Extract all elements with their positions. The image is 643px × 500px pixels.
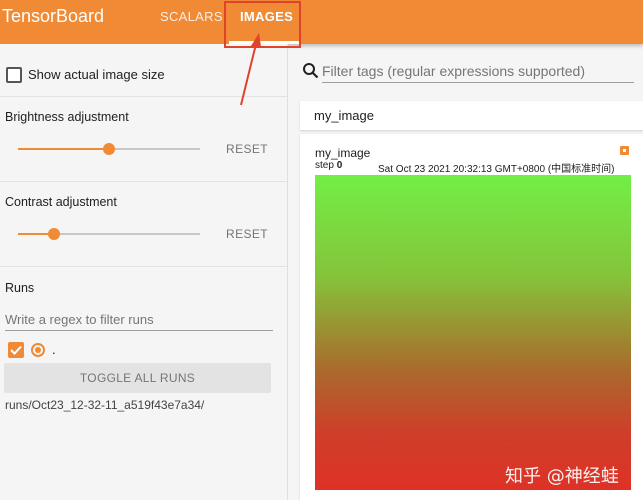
app-title: TensorBoard [2,6,105,26]
sidebar: Show actual image size Brightness adjust… [0,44,288,500]
image-card-step: step 0 [315,160,342,171]
step-label: step [315,160,334,171]
contrast-slider-thumb[interactable] [48,228,60,240]
brightness-slider-fill [18,148,109,150]
annotation-highlight-box [224,1,301,48]
brightness-slider[interactable] [18,143,200,155]
run-label: . [52,342,56,357]
brightness-reset-button[interactable]: RESET [226,142,268,156]
image-card-title: my_image [315,146,371,160]
contrast-reset-button[interactable]: RESET [226,227,268,241]
brightness-slider-thumb[interactable] [103,143,115,155]
step-value: 0 [336,160,343,171]
contrast-slider[interactable] [18,228,200,240]
run-checkbox[interactable] [8,342,24,358]
search-icon [303,63,319,79]
check-icon [10,345,22,355]
divider [0,96,288,97]
runs-filter-input[interactable] [5,309,273,331]
top-app-bar: TensorBoard SCALARS IMAGES [0,0,643,44]
tag-group-title: my_image [314,108,374,123]
image-preview[interactable] [315,175,631,490]
run-color-radio[interactable] [31,343,45,357]
contrast-label: Contrast adjustment [5,195,117,209]
show-actual-size-checkbox[interactable] [6,67,22,83]
divider [0,181,288,182]
divider [0,266,288,267]
run-path-text: runs/Oct23_12-32-11_a519f43e7a34/ [5,398,205,412]
tab-scalars[interactable]: SCALARS [160,9,223,24]
expand-icon[interactable] [620,146,629,155]
show-actual-size-label: Show actual image size [28,67,165,82]
brightness-label: Brightness adjustment [5,110,129,124]
tag-filter-input[interactable] [322,59,634,83]
toggle-all-runs-button[interactable]: TOGGLE ALL RUNS [4,363,271,393]
watermark: 知乎 @神经蛙 [505,466,619,487]
runs-heading: Runs [5,281,35,295]
image-card: my_image step 0 Sat Oct 23 2021 20:32:13… [300,134,643,500]
tag-group-header[interactable]: my_image [300,101,643,130]
image-card-timestamp: Sat Oct 23 2021 20:32:13 GMT+0800 (中国标准时… [378,164,615,175]
